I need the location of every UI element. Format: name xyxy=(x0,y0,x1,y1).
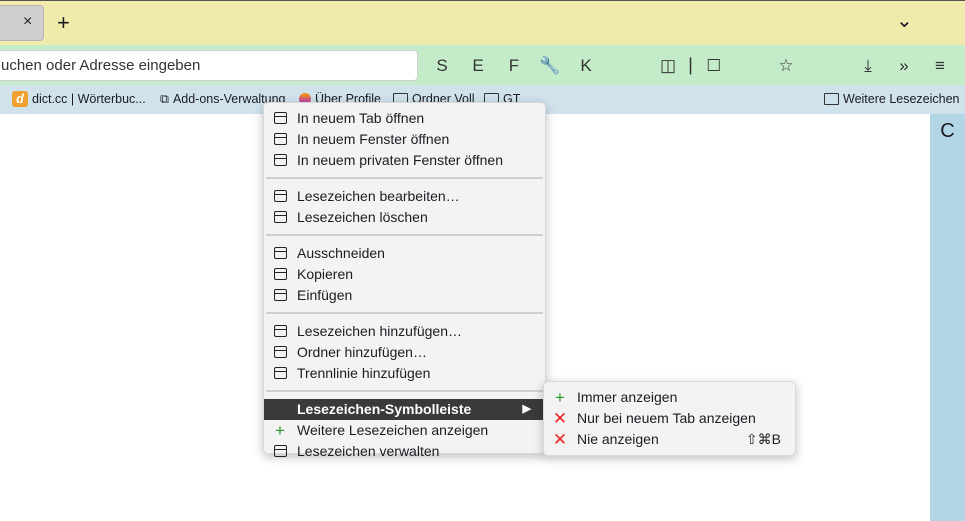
list-tabs-chevron-icon[interactable]: ⌄ xyxy=(896,8,913,33)
menu-label: Lesezeichen-Symbolleiste xyxy=(297,401,472,417)
menu-edit-bookmark[interactable]: Lesezeichen bearbeiten… xyxy=(264,186,545,207)
menu-label: Immer anzeigen xyxy=(577,389,678,405)
more-bookmarks-button[interactable]: Weitere Lesezeichen xyxy=(824,90,960,108)
submenu-always-show[interactable]: + Immer anzeigen xyxy=(544,387,795,408)
menu-label: Lesezeichen verwalten xyxy=(297,443,440,459)
x-icon: ✕ xyxy=(552,430,568,449)
plus-icon: + xyxy=(275,421,285,440)
menu-bookmarks-toolbar[interactable]: Lesezeichen-Symbolleiste ▶ xyxy=(264,399,545,420)
plus-icon: + xyxy=(555,388,565,407)
menu-label: Einfügen xyxy=(297,287,353,303)
sidebar-letter: C xyxy=(940,120,955,142)
menu-label: Nur bei neuem Tab anzeigen xyxy=(577,410,756,426)
menu-label: Kopieren xyxy=(297,266,354,282)
shortcut-label: ⇧⌘B xyxy=(745,431,781,447)
bookmark-icon xyxy=(274,112,287,124)
bookmark-label: Weitere Lesezeichen xyxy=(843,92,960,106)
new-tab-button[interactable]: + xyxy=(57,10,70,36)
menu-separator xyxy=(266,177,543,179)
menu-open-new-tab[interactable]: In neuem Tab öffnen xyxy=(264,108,545,129)
menu-paste[interactable]: Einfügen xyxy=(264,285,545,306)
menu-label: In neuem privaten Fenster öffnen xyxy=(297,152,503,168)
bookmark-icon xyxy=(274,190,287,202)
tab-bar xyxy=(0,0,965,45)
sidebar-panel: C xyxy=(930,114,965,521)
menu-label: Lesezeichen löschen xyxy=(297,209,428,225)
bookmark-icon xyxy=(274,367,287,379)
menu-separator xyxy=(266,390,543,392)
bookmark-icon xyxy=(274,133,287,145)
menu-separator xyxy=(266,312,543,314)
submenu-never-show[interactable]: ✕ Nie anzeigen ⇧⌘B xyxy=(544,429,795,450)
download-icon[interactable]: ⤓ xyxy=(856,54,880,78)
menu-label: Trennlinie hinzufügen xyxy=(297,365,431,381)
bookmark-icon xyxy=(274,445,287,457)
sidebar-icon[interactable]: ⎸☐ xyxy=(690,54,721,78)
submenu-arrow-icon: ▶ xyxy=(522,403,531,415)
toolbar-button-f[interactable]: F xyxy=(502,54,526,78)
bookmark-icon xyxy=(274,346,287,358)
bookmark-icon xyxy=(274,211,287,223)
dict-logo-icon: d xyxy=(12,91,28,107)
menu-delete-bookmark[interactable]: Lesezeichen löschen xyxy=(264,207,545,228)
toolbar-button-e[interactable]: E xyxy=(466,54,490,78)
menu-copy[interactable]: Kopieren xyxy=(264,264,545,285)
overflow-icon[interactable]: » xyxy=(892,54,916,78)
menu-show-more-bookmarks[interactable]: + Weitere Lesezeichen anzeigen xyxy=(264,420,545,441)
menu-label: In neuem Fenster öffnen xyxy=(297,131,450,147)
folder-icon xyxy=(824,93,839,105)
bookmark-star-icon[interactable]: ☆ xyxy=(774,54,798,78)
menu-label: Weitere Lesezeichen anzeigen xyxy=(297,422,489,438)
menu-cut[interactable]: Ausschneiden xyxy=(264,243,545,264)
menu-label: Nie anzeigen xyxy=(577,431,659,447)
x-icon: ✕ xyxy=(552,409,568,428)
bookmark-icon xyxy=(274,325,287,337)
tab-active[interactable]: × xyxy=(0,5,44,41)
toolbar-button-k[interactable]: K xyxy=(574,54,598,78)
toolbar-button-s[interactable]: S xyxy=(430,54,454,78)
tab-close-button[interactable]: × xyxy=(23,13,32,31)
menu-label: Ordner hinzufügen… xyxy=(297,344,427,360)
bookmark-icon xyxy=(274,268,287,280)
bookmark-label: dict.cc | Wörterbuc... xyxy=(32,92,146,106)
menu-manage-bookmarks[interactable]: Lesezeichen verwalten xyxy=(264,441,545,462)
bookmark-icon xyxy=(274,247,287,259)
bookmark-icon xyxy=(274,154,287,166)
menu-label: In neuem Tab öffnen xyxy=(297,110,425,126)
puzzle-icon: ⧉ xyxy=(160,92,169,106)
menu-separator xyxy=(266,234,543,236)
bookmark-dict[interactable]: d dict.cc | Wörterbuc... xyxy=(12,90,146,108)
menu-label: Ausschneiden xyxy=(297,245,385,261)
menu-open-private-window[interactable]: In neuem privaten Fenster öffnen xyxy=(264,150,545,171)
menu-add-separator[interactable]: Trennlinie hinzufügen xyxy=(264,363,545,384)
menu-label: Lesezeichen hinzufügen… xyxy=(297,323,463,339)
url-input[interactable]: uchen oder Adresse eingeben xyxy=(0,50,418,81)
wrench-icon[interactable]: 🔧 xyxy=(538,54,562,78)
menu-open-new-window[interactable]: In neuem Fenster öffnen xyxy=(264,129,545,150)
submenu-new-tab-only[interactable]: ✕ Nur bei neuem Tab anzeigen xyxy=(544,408,795,429)
bookmark-icon xyxy=(274,289,287,301)
toolbar-submenu: + Immer anzeigen ✕ Nur bei neuem Tab anzei… xyxy=(543,381,796,456)
menu-add-bookmark[interactable]: Lesezeichen hinzufügen… xyxy=(264,321,545,342)
reader-view-icon[interactable]: ◫ xyxy=(656,54,680,78)
hamburger-menu-icon[interactable]: ≡ xyxy=(928,54,952,78)
menu-label: Lesezeichen bearbeiten… xyxy=(297,188,460,204)
menu-add-folder[interactable]: Ordner hinzufügen… xyxy=(264,342,545,363)
bookmark-context-menu: In neuem Tab öffnen In neuem Fenster öff… xyxy=(263,102,546,459)
